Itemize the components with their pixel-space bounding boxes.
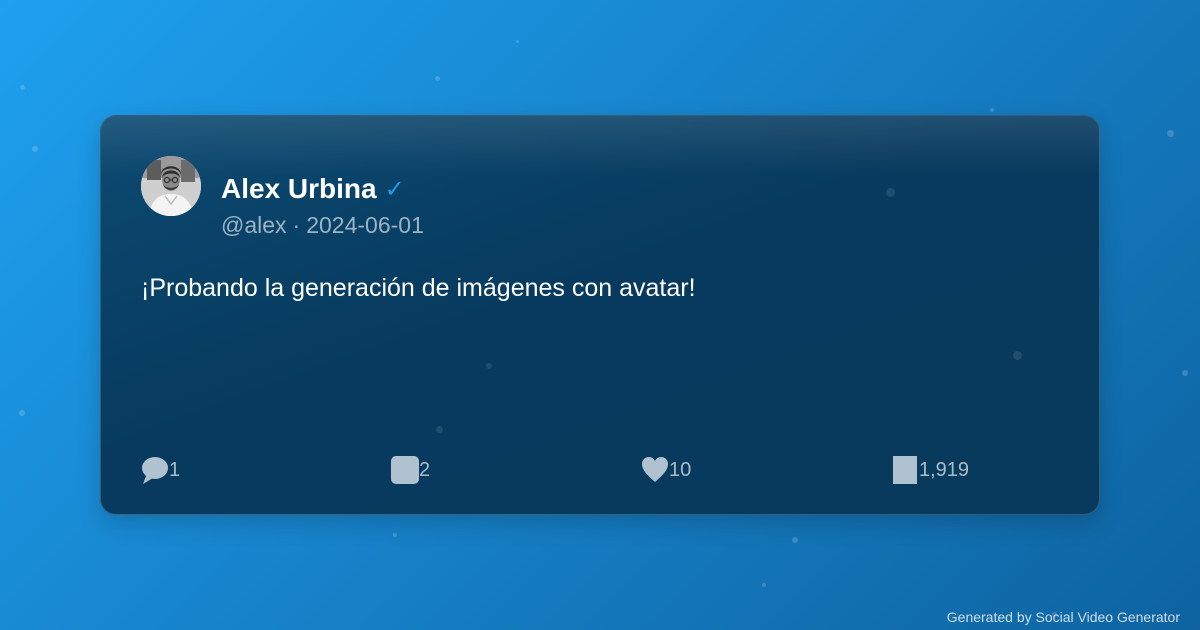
background-particle: [393, 533, 397, 537]
tweet-stats: 1 2 10 1,919: [141, 455, 1061, 485]
heart-icon: [642, 457, 668, 482]
background-particle: [990, 108, 994, 112]
author-handle[interactable]: @alex: [221, 211, 287, 239]
background-particle: [792, 537, 798, 543]
views-count: 1,919: [919, 459, 970, 481]
avatar[interactable]: [141, 156, 201, 216]
card-particle: [486, 363, 492, 369]
card-particle: [886, 188, 895, 197]
tweet-card[interactable]: Alex Urbina ✓ @alex · 2024-06-01 ¡Proban…: [100, 115, 1100, 515]
avatar-image: [141, 156, 201, 216]
tweet-text: ¡Probando la generación de imágenes con …: [141, 274, 696, 302]
retweet-stat[interactable]: 2: [391, 455, 430, 485]
reply-stat[interactable]: 1: [141, 455, 180, 485]
views-icon: [893, 456, 917, 484]
reply-icon: [142, 457, 168, 484]
verified-badge-icon: ✓: [384, 176, 405, 203]
views-stat[interactable]: 1,919: [893, 455, 969, 485]
background-particle: [762, 583, 766, 587]
like-stat[interactable]: 10: [641, 455, 691, 485]
background-particle: [1182, 370, 1188, 376]
retweet-icon: [391, 456, 419, 484]
tweet-meta: @alex · 2024-06-01: [221, 211, 424, 239]
background-particle: [20, 85, 25, 90]
reply-count: 1: [169, 459, 181, 481]
card-particle: [436, 426, 443, 433]
card-particle: [1013, 351, 1022, 360]
like-count: 10: [669, 459, 692, 481]
background-particle: [435, 76, 440, 81]
background-particle: [32, 146, 38, 152]
author-row: Alex Urbina ✓: [221, 172, 405, 206]
background: Alex Urbina ✓ @alex · 2024-06-01 ¡Proban…: [0, 0, 1200, 630]
background-particle: [516, 40, 519, 43]
retweet-count: 2: [419, 459, 431, 481]
author-name[interactable]: Alex Urbina: [221, 172, 377, 206]
generator-credit: Generated by Social Video Generator: [946, 609, 1180, 625]
background-particle: [19, 410, 25, 416]
card-sheen: [101, 116, 1099, 176]
background-particle: [1167, 130, 1174, 137]
meta-separator: ·: [292, 212, 301, 238]
tweet-date[interactable]: 2024-06-01: [306, 211, 424, 239]
